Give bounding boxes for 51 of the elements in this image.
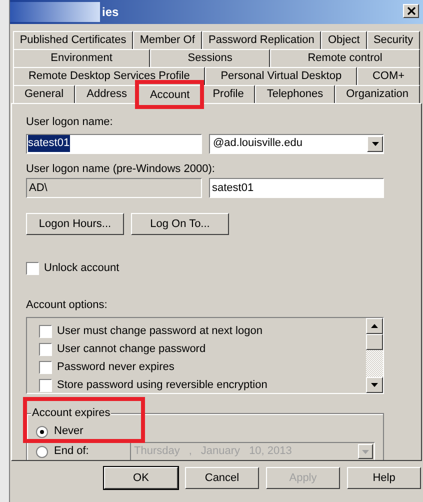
action-button[interactable]: Log On To... bbox=[131, 213, 229, 235]
dialog-button[interactable]: OK bbox=[104, 467, 178, 489]
checkbox-label: User cannot change password bbox=[57, 342, 206, 357]
tab[interactable]: Object bbox=[321, 31, 367, 49]
tab[interactable]: Sessions bbox=[150, 49, 270, 67]
tab[interactable]: Environment bbox=[13, 49, 150, 67]
section-label: Account options: bbox=[26, 298, 108, 312]
field-value: satest01 bbox=[28, 135, 70, 152]
tab[interactable]: Organization bbox=[334, 85, 420, 103]
domain-field: AD\ bbox=[26, 178, 202, 198]
tab[interactable]: Password Replication bbox=[202, 31, 322, 49]
checkbox[interactable] bbox=[39, 324, 52, 338]
scroll-down-icon[interactable] bbox=[366, 377, 383, 394]
tab[interactable]: Member Of bbox=[133, 31, 202, 49]
radio-label: End of: bbox=[54, 444, 90, 460]
date-part: , bbox=[188, 444, 192, 460]
scrollbar[interactable] bbox=[366, 318, 383, 394]
scroll-thumb[interactable] bbox=[366, 334, 383, 350]
action-button[interactable]: Logon Hours... bbox=[26, 213, 124, 235]
checkbox[interactable] bbox=[39, 360, 52, 374]
field-label: User logon name: bbox=[26, 115, 114, 130]
tab[interactable]: Published Certificates bbox=[13, 31, 134, 49]
tab[interactable]: Remote Desktop Services Profile bbox=[13, 67, 206, 85]
checkbox[interactable] bbox=[26, 262, 39, 275]
window-title: ies bbox=[102, 4, 119, 21]
tab[interactable]: Personal Virtual Desktop bbox=[205, 67, 358, 85]
tab[interactable]: Security bbox=[366, 31, 420, 49]
checkbox[interactable] bbox=[39, 342, 52, 356]
scroll-up-icon[interactable] bbox=[366, 318, 383, 334]
checkbox-label: Unlock account bbox=[44, 261, 120, 276]
tab[interactable]: Remote control bbox=[270, 49, 420, 67]
checkbox-label: Store password using reversible encryption bbox=[57, 378, 268, 393]
dialog-button[interactable]: Help bbox=[347, 467, 421, 489]
radio-label: Never bbox=[54, 424, 84, 440]
radio-button[interactable] bbox=[36, 446, 48, 458]
input-field[interactable]: satest01 bbox=[26, 134, 202, 154]
checkbox-label: Password never expires bbox=[57, 360, 174, 375]
close-icon[interactable] bbox=[403, 4, 419, 18]
tab[interactable]: Telephones bbox=[255, 85, 335, 103]
checkbox[interactable] bbox=[39, 378, 52, 392]
domain-dropdown[interactable]: @ad.louisville.edu bbox=[209, 134, 384, 154]
tab[interactable]: Profile bbox=[201, 85, 256, 103]
group-label: Account expires bbox=[31, 406, 112, 420]
checkbox-label: User must change password at next logon bbox=[57, 324, 262, 339]
field-label: User logon name (pre-Windows 2000): bbox=[26, 162, 216, 176]
dialog-button[interactable]: Cancel bbox=[185, 467, 259, 489]
tab[interactable]: General bbox=[13, 85, 76, 103]
input-field[interactable]: satest01 bbox=[209, 178, 384, 198]
tab[interactable]: Account bbox=[138, 85, 202, 105]
radio-button[interactable] bbox=[36, 426, 48, 438]
tab[interactable]: COM+ bbox=[357, 67, 420, 85]
